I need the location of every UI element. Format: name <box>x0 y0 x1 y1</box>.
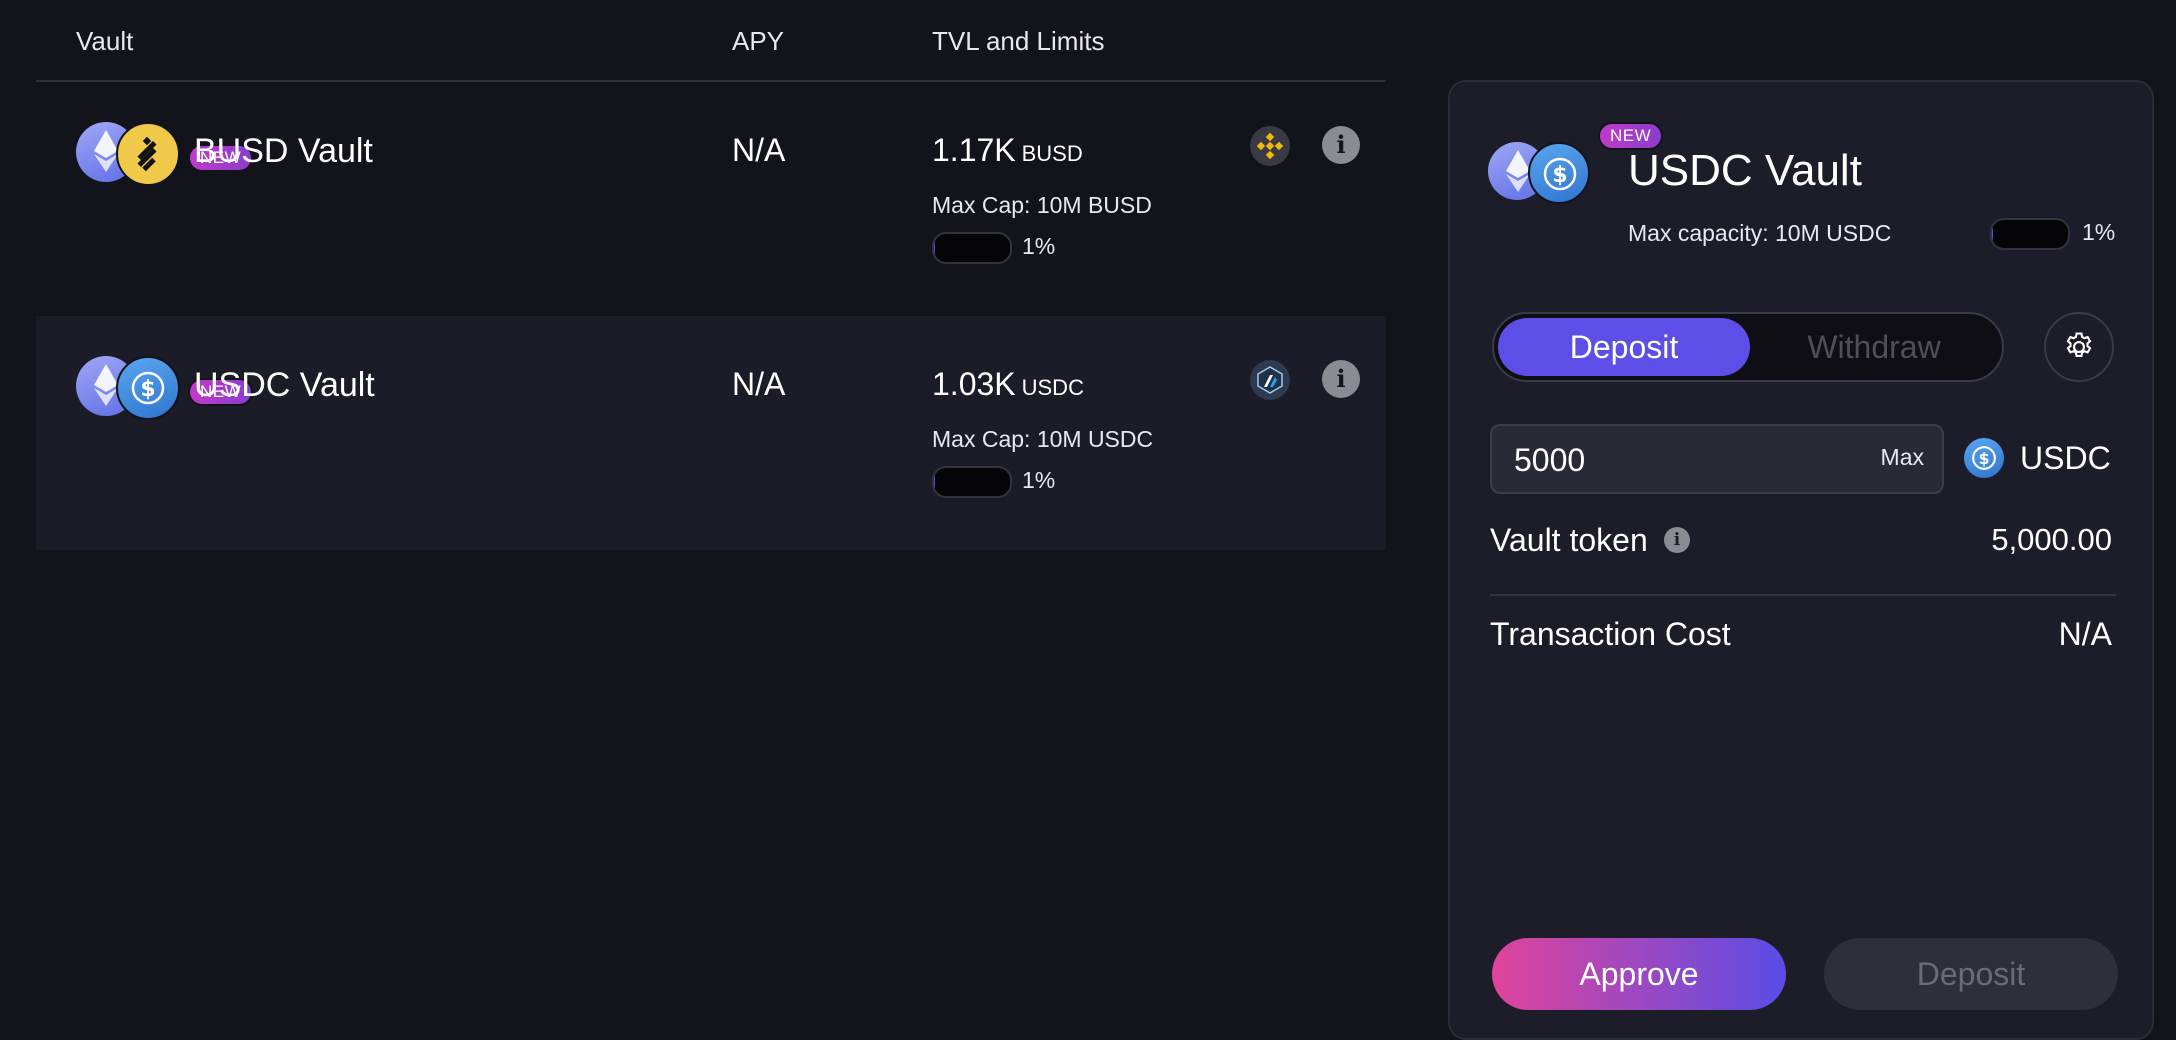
vault-tvl: 1.17K BUSD <box>932 132 1083 169</box>
svg-text:$: $ <box>1978 449 1989 468</box>
amount-input[interactable] <box>1512 436 1816 484</box>
arbitrum-icon <box>1250 360 1290 400</box>
max-button[interactable]: Max <box>1881 444 1924 471</box>
max-capacity: Max capacity: 10M USDC <box>1628 220 1892 246</box>
usdc-icon: $ <box>1528 142 1590 204</box>
svg-text:$: $ <box>1552 163 1567 188</box>
divider <box>1490 594 2116 596</box>
approve-button[interactable]: Approve <box>1492 938 1786 1010</box>
header-apy: APY <box>732 26 785 56</box>
vault-token-value: 5,000.00 <box>1991 522 2112 557</box>
tab-deposit[interactable]: Deposit <box>1498 318 1750 376</box>
vault-tvl: 1.03K USDC <box>932 366 1084 403</box>
transaction-cost-label: Transaction Cost <box>1490 616 1731 652</box>
tvl-unit: USDC <box>1021 375 1084 400</box>
vault-name: USDC Vault <box>194 366 375 404</box>
capacity-progress-fill <box>934 234 935 262</box>
vault-apy: N/A <box>732 132 786 168</box>
token-pair: NEW <box>76 122 254 186</box>
max-cap: Max Cap: 10M BUSD <box>932 192 1152 218</box>
tvl-value: 1.17K <box>932 132 1016 168</box>
panel-title: USDC Vault <box>1628 146 1862 195</box>
vault-row-busd[interactable]: NEW BUSD Vault N/A 1.17K BUSD Max Cap: 10… <box>36 82 1386 316</box>
transaction-cost-value: N/A <box>2058 616 2112 652</box>
vault-token-label: Vault token <box>1490 522 1648 558</box>
token-pair: $ NEW <box>1488 122 1664 206</box>
capacity-progress-bar <box>932 466 1012 498</box>
header-vault: Vault <box>76 26 134 56</box>
tvl-value: 1.03K <box>932 366 1016 402</box>
svg-text:$: $ <box>140 377 155 402</box>
vault-detail-panel: $ NEW USDC Vault Max capacity: 10M USDC … <box>1448 80 2154 1040</box>
usdc-icon: $ <box>1964 438 2004 478</box>
settings-button[interactable] <box>2044 312 2114 382</box>
deposit-button[interactable]: Deposit <box>1824 938 2118 1010</box>
capacity-progress-bar <box>932 232 1012 264</box>
info-icon[interactable]: i <box>1664 527 1690 553</box>
token-name: USDC <box>2020 440 2111 476</box>
vault-row-usdc[interactable]: $ NEW USDC Vault N/A 1.03K USDC Max Cap: … <box>36 316 1386 550</box>
vault-table-header: Vault APY TVL and Limits <box>36 0 1386 82</box>
amount-field: Max <box>1490 424 1944 494</box>
capacity-percent: 1% <box>2082 219 2116 245</box>
header-tvl: TVL and Limits <box>932 26 1105 56</box>
bnb-chain-icon <box>1250 126 1290 166</box>
info-icon[interactable]: i <box>1322 360 1360 398</box>
busd-icon <box>116 122 180 186</box>
info-icon[interactable]: i <box>1322 126 1360 164</box>
deposit-withdraw-tabs: Deposit Withdraw <box>1492 312 2004 382</box>
usdc-icon: $ <box>116 356 180 420</box>
tvl-unit: BUSD <box>1021 141 1083 166</box>
capacity-progress-bar <box>1990 218 2070 250</box>
capacity-progress-fill <box>934 468 935 496</box>
capacity-percent: 1% <box>1022 233 1056 259</box>
max-cap: Max Cap: 10M USDC <box>932 426 1154 452</box>
capacity-percent: 1% <box>1022 467 1056 493</box>
token-pair: $ NEW <box>76 356 254 420</box>
vault-apy: N/A <box>732 366 786 402</box>
capacity-progress-fill <box>1992 220 1993 248</box>
tab-withdraw[interactable]: Withdraw <box>1748 318 2000 376</box>
vault-name: BUSD Vault <box>194 132 373 170</box>
gear-icon <box>2066 332 2092 357</box>
